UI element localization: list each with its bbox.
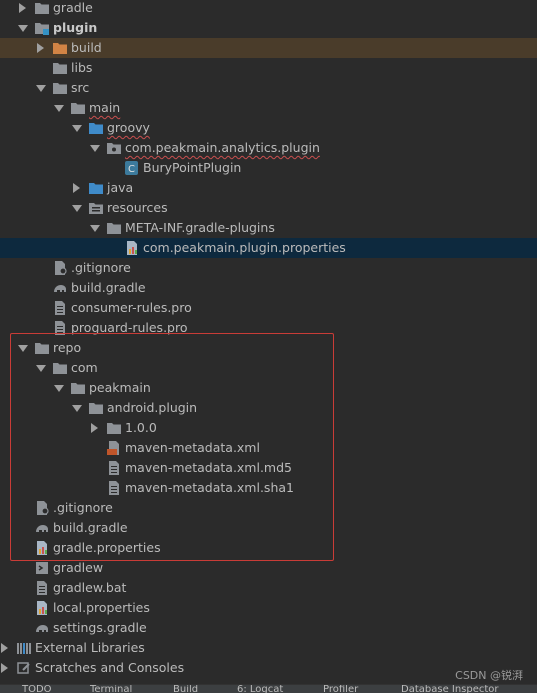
properties-file-icon — [127, 241, 137, 255]
tree-item-label: main — [89, 100, 121, 115]
expand-arrow-icon[interactable] — [1, 663, 8, 673]
tree-item-label: consumer-rules.pro — [71, 300, 192, 315]
expand-arrow-icon[interactable] — [1, 643, 8, 653]
text-file-icon — [55, 301, 65, 315]
tree-item-label: resources — [107, 200, 168, 215]
tree-item-groovy[interactable]: groovy — [0, 118, 537, 138]
tree-item-settings-gradle[interactable]: settings.gradle — [0, 618, 537, 638]
svg-text:C: C — [128, 164, 135, 175]
tree-item-label: libs — [71, 60, 93, 75]
resources-folder-icon — [89, 203, 103, 214]
tree-item-label: META-INF.gradle-plugins — [125, 220, 275, 235]
folder-icon — [107, 223, 121, 234]
watermark: CSDN @锐湃 — [455, 669, 523, 682]
tree-item-label: com.peakmain.analytics.plugin — [125, 140, 320, 155]
tree-item-src[interactable]: src — [0, 78, 537, 98]
libraries-icon — [17, 643, 31, 654]
collapse-arrow-icon[interactable] — [36, 85, 46, 92]
folder-icon — [53, 83, 67, 94]
folder-icon — [71, 103, 85, 114]
folder-icon — [53, 63, 67, 74]
tree-item-label: gradlew.bat — [53, 580, 127, 595]
shell-script-icon — [36, 562, 48, 574]
expand-arrow-icon[interactable] — [73, 183, 80, 193]
expand-arrow-icon[interactable] — [19, 3, 26, 13]
text-file-icon — [37, 581, 47, 595]
tree-item-label: groovy — [107, 120, 150, 135]
collapse-arrow-icon[interactable] — [18, 25, 28, 32]
tree-item-label: com.peakmain.plugin.properties — [143, 240, 346, 255]
expand-arrow-icon[interactable] — [37, 43, 44, 53]
tree-item-gradlew-bat[interactable]: gradlew.bat — [0, 578, 537, 598]
tree-item-build[interactable]: build — [0, 38, 537, 58]
tree-item-label: settings.gradle — [53, 620, 147, 635]
tree-item-label: plugin — [53, 20, 98, 35]
source-folder-icon — [89, 123, 103, 134]
tree-item-label: src — [71, 80, 90, 95]
orange-folder-icon — [53, 43, 67, 54]
tree-item-label: BuryPointPlugin — [143, 160, 242, 175]
tree-item-external-libraries[interactable]: External Libraries — [0, 638, 537, 658]
collapse-arrow-icon[interactable] — [90, 225, 100, 232]
collapse-arrow-icon[interactable] — [90, 145, 100, 152]
module-folder-icon — [35, 23, 49, 35]
tree-item-label: build.gradle — [71, 280, 146, 295]
tree-item-consumer-rules[interactable]: consumer-rules.pro — [0, 298, 537, 318]
properties-file-icon — [37, 601, 47, 615]
gitignore-file-icon — [55, 261, 67, 275]
tree-item-label: Scratches and Consoles — [35, 660, 185, 675]
tree-item-libs[interactable]: libs — [0, 58, 537, 78]
collapse-arrow-icon[interactable] — [72, 205, 82, 212]
tree-item-label: .gitignore — [71, 260, 131, 275]
tree-item-package[interactable]: com.peakmain.analytics.plugin — [0, 138, 537, 158]
tree-item-label: java — [107, 180, 134, 195]
collapse-arrow-icon[interactable] — [54, 105, 64, 112]
tree-item-gradle[interactable]: gradle — [0, 0, 537, 18]
tree-item-label: gradlew — [53, 560, 104, 575]
tree-item-meta-inf[interactable]: META-INF.gradle-plugins — [0, 218, 537, 238]
tree-item-label: local.properties — [53, 600, 150, 615]
tree-item-plugin[interactable]: plugin — [0, 18, 537, 38]
highlight-box — [10, 333, 334, 561]
tree-item-plugin-properties[interactable]: com.peakmain.plugin.properties — [0, 238, 537, 258]
tree-item-resources[interactable]: resources — [0, 198, 537, 218]
gradle-elephant-icon — [54, 285, 66, 292]
gradle-elephant-icon — [36, 625, 48, 632]
tree-item-burypointplugin[interactable]: C BuryPointPlugin — [0, 158, 537, 178]
scratches-icon — [17, 662, 30, 674]
collapse-arrow-icon[interactable] — [72, 125, 82, 132]
tree-item-label: External Libraries — [35, 640, 145, 655]
tree-item-java[interactable]: java — [0, 178, 537, 198]
tree-item-build-gradle[interactable]: build.gradle — [0, 278, 537, 298]
tree-item-gitignore[interactable]: .gitignore — [0, 258, 537, 278]
tree-item-main[interactable]: main — [0, 98, 537, 118]
class-icon: C — [125, 161, 138, 175]
tree-item-gradlew[interactable]: gradlew — [0, 558, 537, 578]
folder-icon — [35, 3, 49, 14]
source-folder-icon — [89, 183, 103, 194]
tree-item-label: gradle — [53, 0, 93, 15]
tree-item-label: build — [71, 40, 102, 55]
package-folder-icon — [107, 143, 121, 154]
tree-item-local-properties[interactable]: local.properties — [0, 598, 537, 618]
